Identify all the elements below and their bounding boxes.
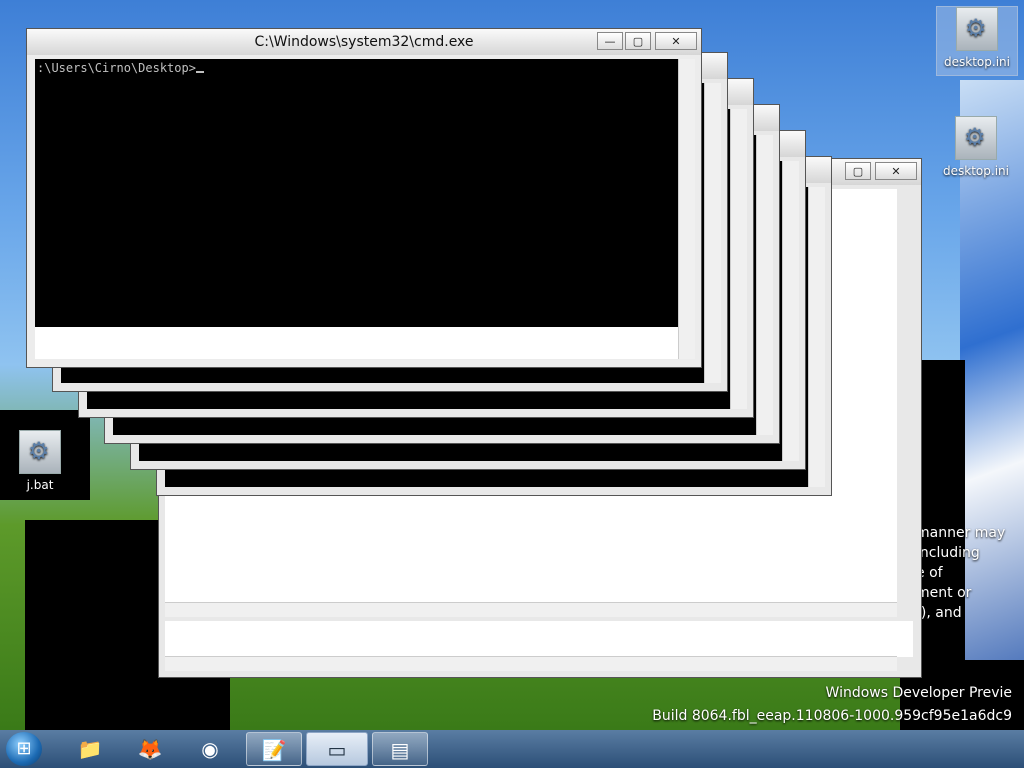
vertical-scrollbar[interactable] [808,187,825,487]
cmd-window[interactable]: C:\Windows\system32\cmd.exe — ▢ ✕ :\User… [26,28,702,368]
text-cursor [195,71,204,73]
desktop-icon-label: j.bat [26,478,54,492]
desktop-icon-desktop-ini[interactable]: desktop.ini [936,116,1016,178]
horizontal-scrollbar[interactable] [165,602,897,617]
build-watermark-line1: Windows Developer Previe [825,685,1012,701]
vertical-scrollbar[interactable] [704,83,721,383]
vertical-scrollbar[interactable] [730,109,747,409]
minimize-button[interactable]: — [597,32,623,50]
notepad-icon[interactable]: 📝 [246,732,302,766]
build-watermark-line2: Build 8064.fbl_eeap.110806-1000.959cf95e… [652,708,1012,724]
settings-file-icon [956,7,998,51]
close-button[interactable]: ✕ [875,162,917,180]
vertical-scrollbar[interactable] [678,59,695,359]
desktop-icon-label: desktop.ini [943,164,1009,178]
console-lower-area [35,327,679,359]
background-text: f), and [916,605,962,621]
console-area[interactable]: :\Users\Cirno\Desktop> [35,59,679,327]
console-prompt: :\Users\Cirno\Desktop> [37,61,204,75]
background-text: ment or [916,585,972,601]
windows-start-icon[interactable]: ⊞ [6,732,42,766]
taskbar: ⊞ 📁 🦊 ◉ 📝 ▭ ▤ [0,730,1024,768]
maximize-button[interactable]: ▢ [845,162,871,180]
desktop-icon-label: desktop.ini [944,55,1010,69]
chrome-icon[interactable]: ◉ [182,732,238,766]
desktop-icon-j-bat[interactable]: j.bat [0,430,80,492]
horizontal-scrollbar[interactable] [165,656,897,671]
close-button[interactable]: ✕ [655,32,697,50]
background-text: manner may [916,525,1006,541]
vertical-scrollbar[interactable] [756,135,773,435]
batch-file-icon [19,430,61,474]
vertical-scrollbar[interactable] [782,161,799,461]
firefox-icon[interactable]: 🦊 [122,732,178,766]
folder-icon[interactable]: 📁 [62,732,118,766]
maximize-button[interactable]: ▢ [625,32,651,50]
settings-file-icon [955,116,997,160]
cmd-icon[interactable]: ▭ [306,732,368,766]
window-content [165,621,913,657]
background-text: including [916,545,980,561]
window-icon[interactable]: ▤ [372,732,428,766]
desktop-icon-desktop-ini-selected[interactable]: desktop.ini [936,6,1018,76]
